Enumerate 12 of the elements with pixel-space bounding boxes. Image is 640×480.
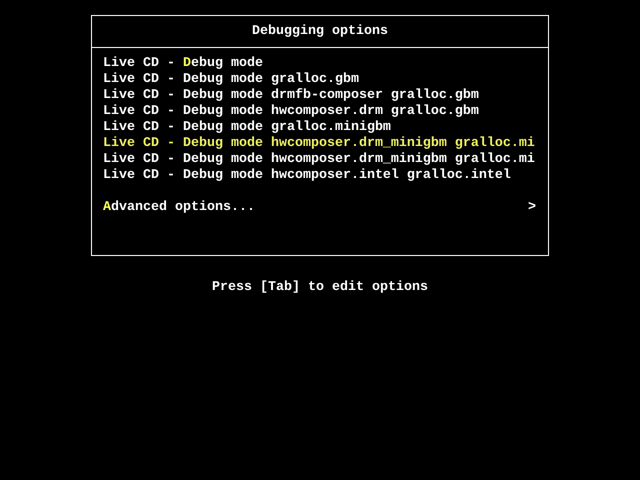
menu-entry[interactable]: Live CD - Debug mode hwcomposer.drm_minigbm gralloc.mi [103, 136, 535, 152]
hint-text: Press [Tab] to edit options [212, 280, 428, 296]
menu-title: Debugging options [251, 23, 389, 41]
menu-entry[interactable]: Live CD - Debug mode gralloc.gbm [103, 72, 359, 88]
submenu-entry[interactable]: Advanced options... [103, 200, 255, 216]
menu-entry[interactable]: Live CD - Debug mode hwcomposer.drm gralloc.gbm [103, 104, 479, 120]
menu-entry[interactable]: Live CD - Debug mode hwcomposer.intel gralloc.intel [103, 168, 511, 184]
menu-entry[interactable]: Live CD - Debug mode drmfb-composer gralloc.gbm [103, 88, 479, 104]
menu-entry[interactable]: Live CD - Debug mode hwcomposer.drm_minigbm gralloc.mi [103, 152, 535, 168]
menu-entry[interactable]: Live CD - Debug mode gralloc.minigbm [103, 120, 391, 136]
submenu-arrow: > [528, 200, 536, 216]
menu-entry[interactable]: Live CD - Debug mode [103, 56, 263, 72]
